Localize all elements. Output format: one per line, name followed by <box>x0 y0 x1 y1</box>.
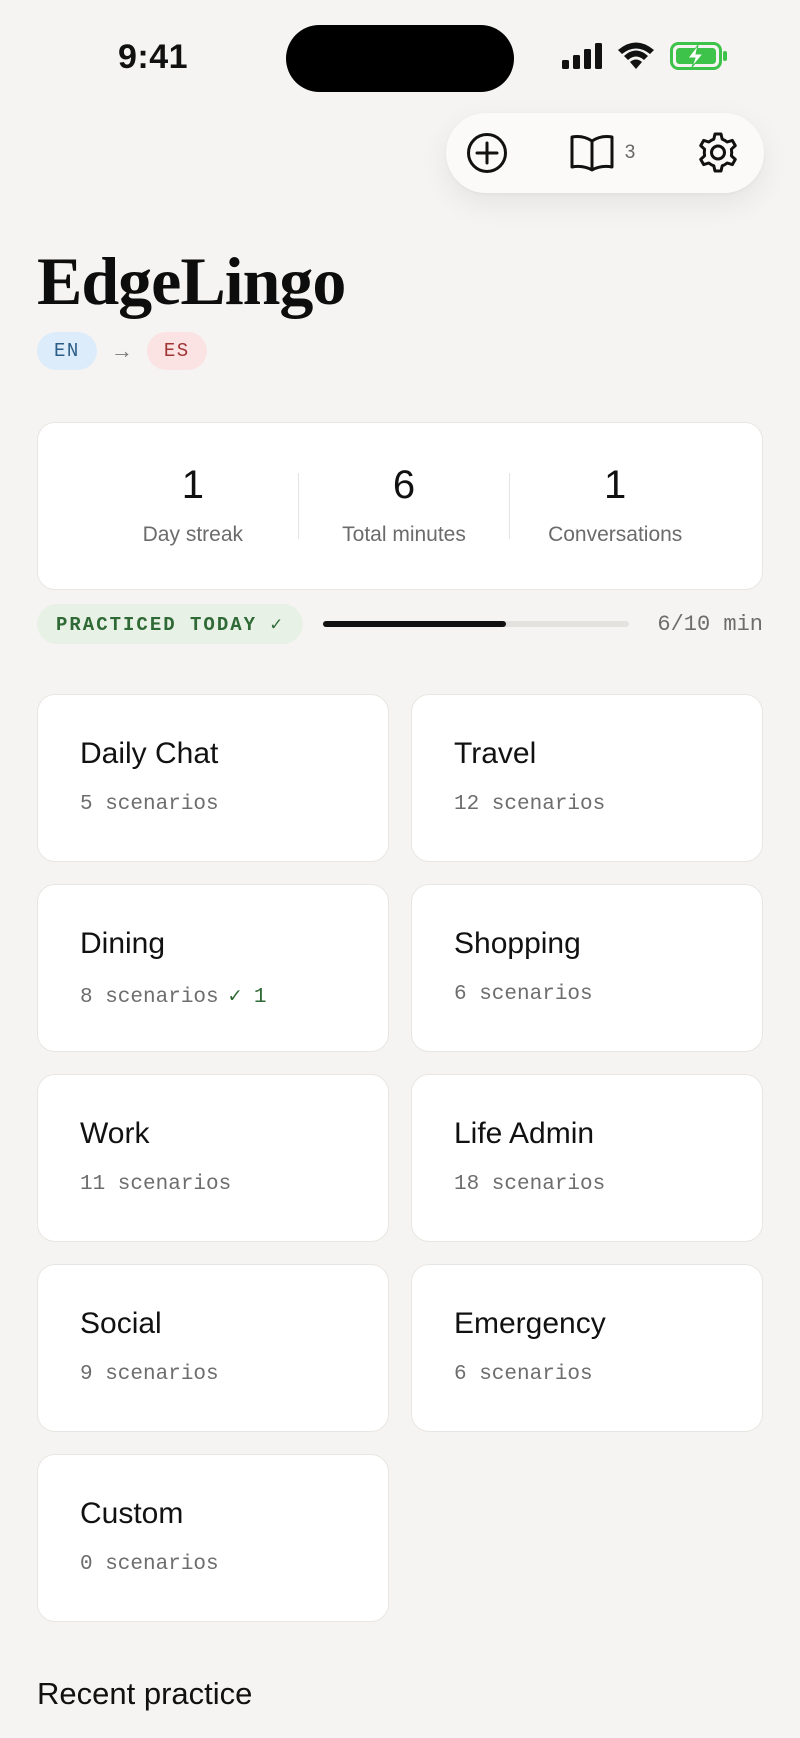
plus-circle-icon <box>467 133 507 173</box>
category-card-dining[interactable]: Dining 8 scenarios ✓ 1 <box>37 884 389 1052</box>
add-button[interactable] <box>466 125 508 181</box>
scenario-count: 8 scenarios <box>80 986 219 1009</box>
status-time: 9:41 <box>118 38 189 76</box>
category-name: Shopping <box>454 927 581 960</box>
stat-value: 1 <box>604 463 627 507</box>
scenario-count: 9 scenarios <box>80 1363 219 1386</box>
stat-total-minutes: 6 Total minutes <box>299 465 509 547</box>
stat-conversations: 1 Conversations <box>510 465 720 547</box>
scenario-count: 6 scenarios <box>454 1363 593 1386</box>
category-card-travel[interactable]: Travel 12 scenarios <box>411 694 763 862</box>
category-name: Custom <box>80 1497 184 1530</box>
scenario-count: 5 scenarios <box>80 793 219 816</box>
scenario-count: 12 scenarios <box>454 793 606 816</box>
stat-day-streak: 1 Day streak <box>88 465 298 547</box>
category-meta: 5 scenarios <box>80 793 388 816</box>
category-meta: 12 scenarios <box>454 793 762 816</box>
daily-goal-progress-bar <box>322 621 629 627</box>
gear-icon <box>699 132 737 173</box>
top-toolbar: 3 <box>446 113 764 193</box>
category-meta: 11 scenarios <box>80 1173 388 1196</box>
status-icons <box>562 42 728 70</box>
dynamic-island <box>286 25 514 92</box>
wifi-icon <box>618 42 654 69</box>
saved-phrases-button[interactable]: 3 <box>569 125 636 181</box>
stat-value: 1 <box>181 463 204 507</box>
language-pair[interactable]: EN → ES <box>37 332 207 370</box>
category-name: Life Admin <box>454 1117 595 1150</box>
target-language-badge: ES <box>146 332 207 370</box>
stat-label: Total minutes <box>342 523 466 546</box>
category-name: Daily Chat <box>80 737 219 770</box>
category-name: Emergency <box>454 1307 606 1340</box>
category-card-work[interactable]: Work 11 scenarios <box>37 1074 389 1242</box>
category-name: Dining <box>80 927 166 960</box>
app-title: EdgeLingo <box>37 243 346 319</box>
progress-fill <box>322 621 507 627</box>
category-card-emergency[interactable]: Emergency 6 scenarios <box>411 1264 763 1432</box>
category-meta: 9 scenarios <box>80 1363 388 1386</box>
arrow-right-icon: → <box>110 338 133 363</box>
category-name: Social <box>80 1307 162 1340</box>
category-card-custom[interactable]: Custom 0 scenarios <box>37 1454 389 1622</box>
signal-icon <box>562 43 602 69</box>
stat-label: Conversations <box>548 523 683 546</box>
settings-button[interactable] <box>696 125 740 181</box>
battery-charging-icon <box>670 42 727 70</box>
book-icon <box>570 135 614 172</box>
recent-practice-heading: Recent practice <box>37 1676 253 1711</box>
category-meta: 6 scenarios <box>454 983 762 1006</box>
scenario-count: 18 scenarios <box>454 1173 606 1196</box>
saved-count: 3 <box>624 142 636 163</box>
scenario-count: 6 scenarios <box>454 983 593 1006</box>
category-card-social[interactable]: Social 9 scenarios <box>37 1264 389 1432</box>
category-card-daily-chat[interactable]: Daily Chat 5 scenarios <box>37 694 389 862</box>
category-card-shopping[interactable]: Shopping 6 scenarios <box>411 884 763 1052</box>
category-grid: Daily Chat 5 scenarios Travel 12 scenari… <box>37 694 763 1622</box>
daily-goal-text: 6/10 min <box>657 611 763 637</box>
practiced-today-badge: PRACTICED TODAY ✓ <box>37 604 303 644</box>
stat-value: 6 <box>392 463 416 507</box>
category-meta: 6 scenarios <box>454 1363 762 1386</box>
category-card-life-admin[interactable]: Life Admin 18 scenarios <box>411 1074 763 1242</box>
category-meta: 0 scenarios <box>80 1553 388 1576</box>
stats-card: 1 Day streak 6 Total minutes 1 Conversat… <box>37 422 763 590</box>
home-screen: 9:41 3 EdgeLingo EN → ES 1 Day streak 6 … <box>0 0 800 1738</box>
category-meta: 8 scenarios ✓ 1 <box>80 983 388 1009</box>
completed-count: ✓ 1 <box>228 986 267 1009</box>
category-name: Work <box>80 1117 150 1150</box>
scenario-count: 11 scenarios <box>80 1173 232 1196</box>
category-meta: 18 scenarios <box>454 1173 762 1196</box>
source-language-badge: EN <box>37 332 97 370</box>
daily-goal-row: PRACTICED TODAY ✓ 6/10 min <box>37 604 763 644</box>
category-name: Travel <box>454 737 537 770</box>
scenario-count: 0 scenarios <box>80 1553 219 1576</box>
stat-label: Day streak <box>142 523 244 546</box>
